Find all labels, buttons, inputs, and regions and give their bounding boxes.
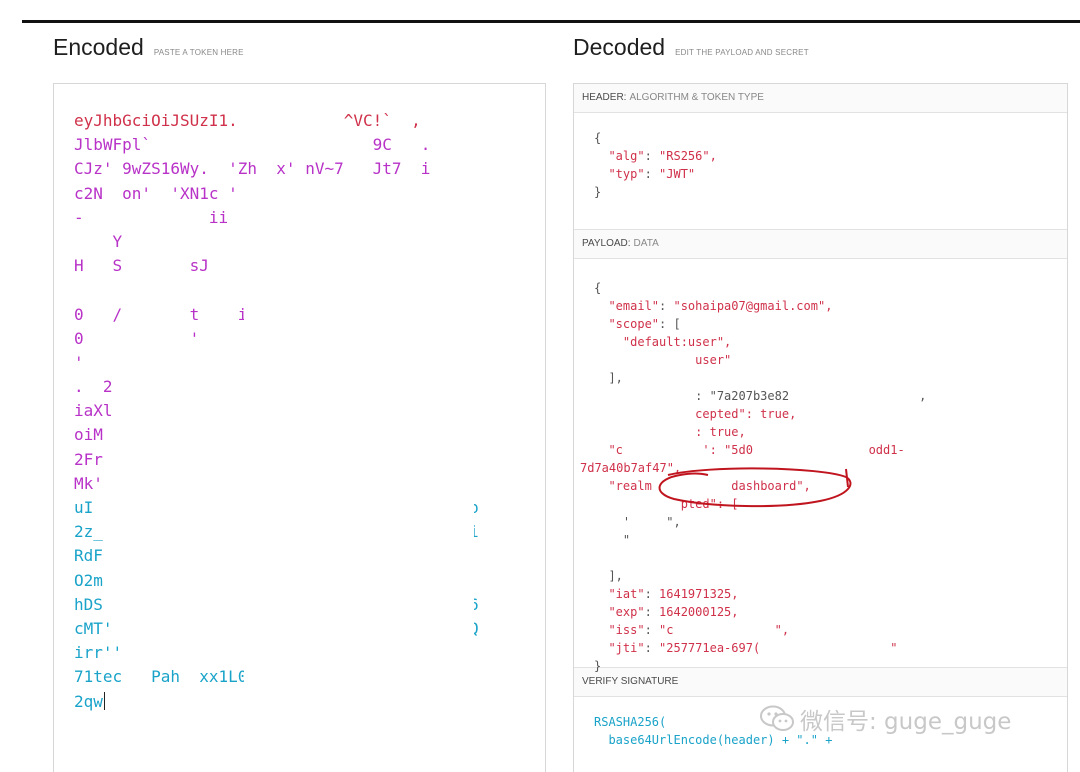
json-fragment: pted": [ [680,497,739,511]
encoded-title: Encoded [53,34,144,60]
json-value-realm: dashboard", [731,479,811,493]
json-key-exp: "exp" [608,605,645,619]
json-fragment: ", [774,623,790,637]
decoded-title: Decoded [573,34,666,60]
json-key-iss: "iss" [608,623,645,637]
json-brace: } [594,185,602,199]
json-bracket: ], [608,371,623,385]
encoded-heading: Encoded PASTE A TOKEN HERE [53,34,244,61]
json-fragment: ': "5d0 [702,443,753,457]
json-key-alg: "alg" [608,149,645,163]
text-caret [103,691,105,710]
json-brace: { [594,131,602,145]
encoded-token-line: eyJhbGciOiJSUzI1. ^VC!` , [74,111,421,130]
json-brace: } [594,659,602,673]
json-value-exp: 1642000125, [659,605,739,619]
json-value-email: "sohaipa07@gmail.com", [673,299,833,313]
encoded-subtitle: PASTE A TOKEN HERE [153,48,244,57]
json-fragment: " [890,641,898,655]
json-fragment: odd1- [868,443,905,457]
json-value-jti: "257771ea-697( [659,641,761,655]
payload-sublabel: DATA [633,238,659,249]
json-fragment: ' ", [622,515,681,529]
encoded-token-line: JlbWFpl` 9C . [74,135,431,155]
encoded-token-textarea[interactable]: eyJhbGciOiJSUzI1. ^VC!` , JlbWFpl` 9C . CJ… [53,83,546,772]
json-value-typ: "JWT" [659,167,696,181]
json-fragment: : true, [695,425,746,439]
json-value-alg: "RS256", [659,149,717,163]
json-bracket: [ [673,317,681,331]
json-key-typ: "typ" [608,167,645,181]
redaction-block [164,354,314,654]
json-key-iat: "iat" [608,587,645,601]
json-fragment: cepted": true, [695,407,797,421]
json-value-iss: "c [659,623,674,637]
wechat-icon [760,705,794,731]
decoded-panel: HEADER: ALGORITHM & TOKEN TYPE { "alg": "… [573,83,1068,772]
json-value-iat: 1641971325, [659,587,739,601]
decoded-heading: Decoded EDIT THE PAYLOAD AND SECRET [573,34,809,61]
decoded-subtitle: EDIT THE PAYLOAD AND SECRET [675,48,809,57]
header-sublabel: ALGORITHM & TOKEN TYPE [629,92,764,103]
verify-code-line: RSASHA256( [594,715,667,729]
json-fragment: "c [608,443,623,457]
top-divider [22,20,1080,23]
json-fragment: , [919,389,927,403]
json-key-email: "email" [608,299,660,313]
header-label: HEADER: [582,92,627,103]
payload-section-title: PAYLOAD: DATA [574,229,1067,259]
payload-label: PAYLOAD: [582,238,631,249]
json-brace: { [594,281,602,295]
encoded-token-line: CJz' 9wZS16Wy. 'Zh x' nV~7 Jt7 i [74,159,431,179]
json-key-realm: "realm [608,479,652,493]
json-value-scope: user" [695,353,732,367]
payload-json-editor[interactable]: { "email": "sohaipa07@gmail.com", "scope… [574,259,1067,673]
json-value-scope: "default:user", [622,335,732,349]
watermark: 微信号: guge_guge [760,702,1011,736]
json-fragment: 7d7a40b7af47", [580,461,682,475]
json-key-jti: "jti" [608,641,645,655]
json-key-scope: "scope" [608,317,660,331]
json-bracket: ], [608,569,623,583]
header-json-editor[interactable]: { "alg": "RS256", "typ": "JWT" } [574,113,1067,229]
header-section-title: HEADER: ALGORITHM & TOKEN TYPE [574,84,1067,113]
verify-label: VERIFY SIGNATURE [582,676,679,687]
watermark-text: 微信号: guge_guge [800,709,1012,735]
json-fragment: : "7a207b3e82 [695,389,790,403]
json-fragment: " [622,533,631,547]
